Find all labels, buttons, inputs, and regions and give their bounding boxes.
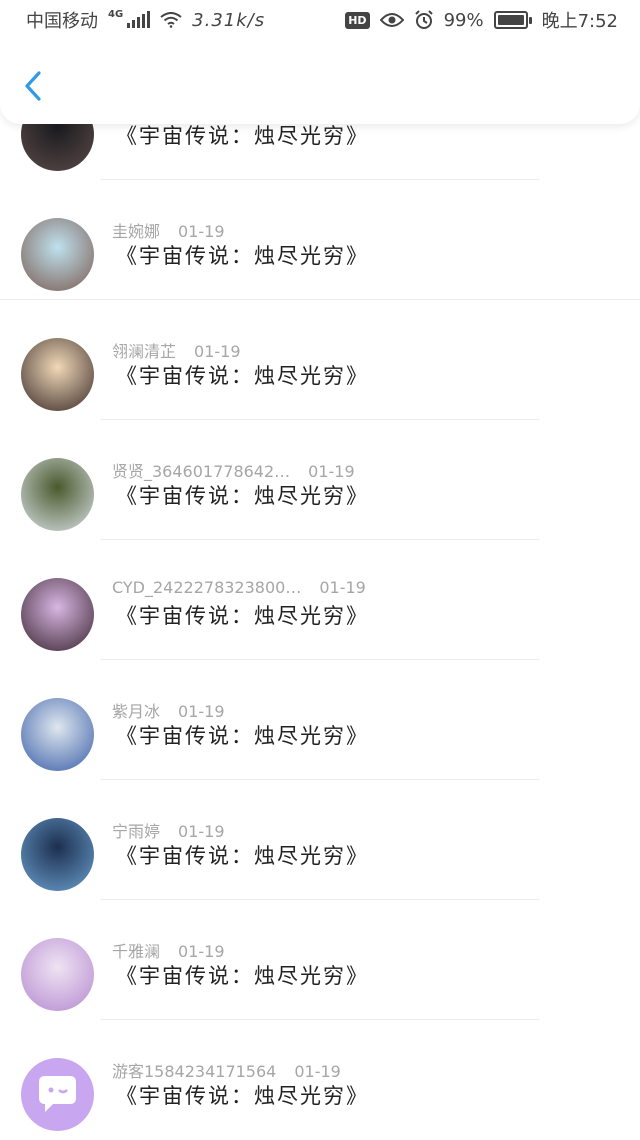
avatar[interactable]: [21, 1058, 94, 1131]
comment-item[interactable]: 紫月冰 01-19 《宇宙传说：烛尽光穷》: [0, 660, 640, 780]
username[interactable]: 游客1584234171564: [112, 1062, 276, 1081]
avatar[interactable]: [21, 218, 94, 291]
chevron-left-icon: [25, 71, 41, 101]
clock: 晚上7:52: [541, 11, 618, 32]
back-button[interactable]: [18, 68, 48, 104]
username[interactable]: CYD_2422278323800…: [112, 578, 301, 597]
comment-item[interactable]: 翎澜清芷 01-19 《宇宙传说：烛尽光穷》: [0, 300, 640, 420]
comment-text: 《宇宙传说：烛尽光穷》: [116, 604, 369, 628]
signal-icon: [127, 11, 151, 28]
comment-text: 《宇宙传说：烛尽光穷》: [116, 364, 369, 388]
comment-date: 01-19: [178, 942, 225, 961]
comment-meta: 紫月冰 01-19: [112, 698, 225, 722]
chat-bubble-icon: [39, 1076, 76, 1112]
username[interactable]: 宁雨婷: [112, 822, 160, 841]
username[interactable]: 圭婉娜: [112, 222, 160, 241]
comment-meta: 宁雨婷 01-19: [112, 818, 225, 842]
comment-date: 01-19: [178, 702, 225, 721]
comment-date: 01-19: [194, 342, 241, 361]
battery-icon: [493, 11, 532, 29]
avatar[interactable]: [21, 578, 94, 651]
comment-meta: 圭婉娜 01-19: [112, 218, 225, 242]
avatar[interactable]: [21, 818, 94, 891]
comment-date: 01-19: [308, 462, 355, 481]
comment-meta: 游客1584234171564 01-19: [112, 1058, 341, 1082]
network-speed: 3.31k/s: [192, 9, 266, 31]
top-nav-bar: [0, 40, 640, 124]
battery-percent: 99%: [443, 9, 484, 31]
comment-date: 01-19: [319, 578, 366, 597]
username[interactable]: 千雅澜: [112, 942, 160, 961]
avatar[interactable]: [21, 938, 94, 1011]
avatar[interactable]: [21, 458, 94, 531]
username[interactable]: 翎澜清芷: [112, 342, 176, 361]
comment-meta: 千雅澜 01-19: [112, 938, 225, 962]
username[interactable]: 贤贤_364601778642…: [112, 462, 290, 481]
wifi-icon: [160, 12, 182, 28]
comment-item[interactable]: 游客1584234171564 01-19 《宇宙传说：烛尽光穷》: [0, 1020, 640, 1140]
comment-date: 01-19: [178, 222, 225, 241]
comment-text: 《宇宙传说：烛尽光穷》: [116, 724, 369, 748]
comment-text: 《宇宙传说：烛尽光穷》: [116, 844, 369, 868]
avatar[interactable]: [21, 698, 94, 771]
eye-icon: [379, 13, 404, 27]
comment-item[interactable]: 贤贤_364601778642… 01-19 《宇宙传说：烛尽光穷》: [0, 420, 640, 540]
comment-text: 《宇宙传说：烛尽光穷》: [116, 964, 369, 988]
carrier-label: 中国移动: [26, 11, 98, 32]
comment-text: 《宇宙传说：烛尽光穷》: [116, 1084, 369, 1108]
status-bar: 中国移动 4G 3.31k/s HD 99% 晚上7:52: [0, 0, 640, 40]
hd-badge: HD: [345, 11, 370, 29]
username[interactable]: 紫月冰: [112, 702, 160, 721]
comment-text: 《宇宙传说：烛尽光穷》: [116, 484, 369, 508]
comment-meta: CYD_2422278323800… 01-19: [112, 578, 366, 597]
comment-date: 01-19: [294, 1062, 341, 1081]
comment-item[interactable]: 千雅澜 01-19 《宇宙传说：烛尽光穷》: [0, 900, 640, 1020]
alarm-icon: [414, 10, 433, 29]
comment-text: 《宇宙传说：烛尽光穷》: [116, 244, 369, 268]
comment-meta: 翎澜清芷 01-19: [112, 338, 241, 362]
comment-item[interactable]: CYD_2422278323800… 01-19 《宇宙传说：烛尽光穷》: [0, 540, 640, 660]
avatar[interactable]: [21, 338, 94, 411]
comment-text: 《宇宙传说：烛尽光穷》: [116, 124, 369, 148]
comment-meta: 贤贤_364601778642… 01-19: [112, 458, 355, 482]
network-type-label: 4G: [108, 8, 124, 20]
comment-item[interactable]: 圭婉娜 01-19 《宇宙传说：烛尽光穷》: [0, 180, 640, 300]
comment-date: 01-19: [178, 822, 225, 841]
comment-item[interactable]: 宁雨婷 01-19 《宇宙传说：烛尽光穷》: [0, 780, 640, 900]
